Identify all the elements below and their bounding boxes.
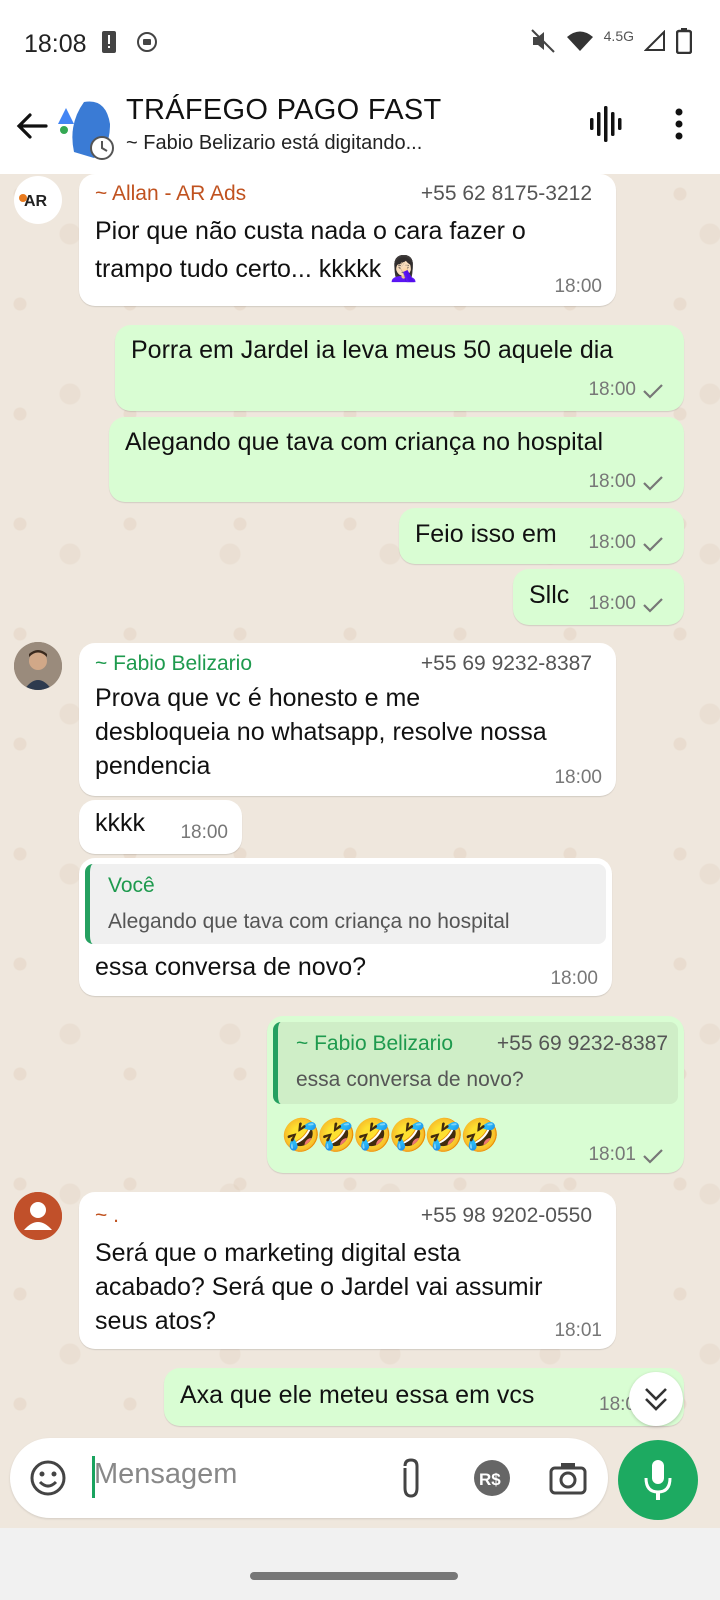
chat-area[interactable]: AR ~ Allan - AR Ads +55 62 8175-3212 Pio…: [0, 174, 720, 1468]
voice-record-button[interactable]: [618, 1440, 698, 1520]
emoji-icon: [30, 1460, 66, 1496]
default-user-icon: [14, 1192, 62, 1240]
typing-status: ~ Fabio Belizario está digitando...: [126, 132, 423, 154]
quoted-message[interactable]: Você Alegando que tava com criança no ho…: [85, 864, 606, 944]
message-bubble[interactable]: ~ Fabio Belizario +55 69 9232-8387 essa …: [267, 1016, 684, 1173]
sent-check-icon: [643, 598, 663, 613]
message-text-line: trampo tudo certo... kkkkk 🤦🏻‍♀️: [95, 255, 420, 283]
home-gesture-handle[interactable]: [250, 1572, 458, 1580]
message-text: Feio isso em: [415, 520, 557, 548]
message-text-line: seus atos?: [95, 1307, 216, 1335]
message-bubble[interactable]: Feio isso em 18:00: [399, 508, 684, 564]
alert-icon: [100, 30, 118, 59]
message-time: 18:01: [588, 1144, 636, 1165]
message-bubble[interactable]: Porra em Jardel ia leva meus 50 aquele d…: [115, 325, 684, 411]
message-text: Alegando que tava com criança no hospita…: [125, 428, 604, 456]
double-chevron-down-icon: [645, 1388, 667, 1411]
battery-icon: [675, 28, 693, 59]
avatar[interactable]: AR: [14, 176, 62, 224]
more-options-button[interactable]: [664, 104, 694, 144]
avatar[interactable]: [14, 642, 62, 690]
group-avatar[interactable]: [54, 94, 116, 160]
message-time: 18:00: [550, 968, 598, 989]
sent-check-icon: [643, 476, 663, 491]
message-text-line: acabado? Será que o Jardel vai assumir: [95, 1273, 543, 1301]
audio-wave-icon: [590, 106, 622, 142]
microphone-icon: [644, 1460, 672, 1500]
message-text: essa conversa de novo?: [95, 953, 367, 981]
message-bubble[interactable]: Você Alegando que tava com criança no ho…: [79, 858, 612, 996]
message-text: Porra em Jardel ia leva meus 50 aquele d…: [131, 336, 614, 364]
message-text-line: Prova que vc é honesto e me: [95, 684, 421, 712]
quote-text: essa conversa de novo?: [296, 1068, 524, 1091]
quote-author: Você: [108, 874, 155, 897]
more-vertical-icon: [675, 108, 683, 140]
message-time: 18:00: [588, 379, 636, 400]
scroll-to-bottom-button[interactable]: [629, 1372, 683, 1426]
quoted-message[interactable]: ~ Fabio Belizario +55 69 9232-8387 essa …: [273, 1022, 678, 1104]
message-input[interactable]: Mensagem: [94, 1458, 237, 1491]
back-button[interactable]: [12, 106, 52, 146]
message-time: 18:00: [554, 767, 602, 788]
record-icon: [136, 31, 158, 58]
signal-icon: [643, 29, 666, 57]
network-label: 4.5G: [603, 27, 634, 44]
message-bubble[interactable]: Sllc 18:00: [513, 569, 684, 625]
message-bubble[interactable]: Alegando que tava com criança no hospita…: [109, 417, 684, 502]
message-time: 18:01: [554, 1320, 602, 1341]
attach-button[interactable]: [396, 1456, 426, 1505]
sent-check-icon: [643, 1149, 663, 1164]
message-text: kkkk: [95, 809, 145, 837]
message-text: Axa que ele meteu essa em vcs: [180, 1381, 535, 1409]
status-time: 18:08: [24, 30, 87, 58]
mute-icon: [530, 28, 556, 59]
message-text: Sllc: [529, 581, 570, 609]
message-time: 18:00: [180, 822, 228, 843]
avatar[interactable]: [14, 1192, 62, 1240]
message-text-line: pendencia: [95, 752, 211, 780]
message-bubble[interactable]: ~ Allan - AR Ads +55 62 8175-3212 Pior q…: [79, 174, 616, 306]
message-time: 18:00: [588, 593, 636, 614]
sender-phone: +55 62 8175-3212: [420, 182, 592, 205]
message-text-line: desbloqueia no whatsapp, resolve nossa: [95, 718, 547, 746]
sender-name[interactable]: ~ .: [95, 1204, 119, 1228]
message-bubble[interactable]: Axa que ele meteu essa em vcs 18:0: [164, 1368, 684, 1426]
sender-name[interactable]: ~ Allan - AR Ads: [95, 182, 246, 206]
status-bar: 18:08 4.5G: [0, 0, 720, 86]
avatar-label: AR: [24, 193, 48, 210]
sent-check-icon: [643, 384, 663, 399]
message-time: 18:00: [554, 276, 602, 297]
message-input-box[interactable]: Mensagem R$: [10, 1438, 608, 1518]
sent-check-icon: [643, 537, 663, 552]
paperclip-icon: [403, 1458, 419, 1498]
message-bubble[interactable]: ~ Fabio Belizario +55 69 9232-8387 Prova…: [79, 643, 616, 796]
message-time: 18:00: [588, 532, 636, 553]
message-time: 18:00: [588, 471, 636, 492]
chat-header: TRÁFEGO PAGO FAST ~ Fabio Belizario está…: [0, 86, 720, 174]
quote-text: Alegando que tava com criança no hospita…: [108, 910, 510, 933]
sender-phone: +55 98 9202-0550: [420, 1204, 592, 1227]
camera-button[interactable]: [548, 1458, 588, 1503]
voice-chat-button[interactable]: [588, 104, 628, 144]
camera-icon: [549, 1463, 587, 1495]
message-bubble[interactable]: kkkk 18:00: [79, 800, 242, 854]
quote-phone: +55 69 9232-8387: [496, 1032, 668, 1055]
group-title[interactable]: TRÁFEGO PAGO FAST: [126, 94, 442, 127]
svg-text:R$: R$: [479, 1470, 501, 1489]
arrow-left-icon: [16, 113, 48, 139]
system-nav-bar: [0, 1528, 720, 1600]
sender-name[interactable]: ~ Fabio Belizario: [95, 652, 252, 676]
emoji-button[interactable]: [28, 1458, 68, 1503]
sender-phone: +55 69 9232-8387: [420, 652, 592, 675]
quote-author: ~ Fabio Belizario: [296, 1032, 453, 1055]
emoji-text: 🤣🤣🤣🤣🤣🤣: [281, 1117, 500, 1153]
payment-button[interactable]: R$: [472, 1458, 512, 1503]
wifi-icon: [566, 29, 594, 58]
brazilian-real-icon: R$: [474, 1460, 510, 1496]
message-text-line: Será que o marketing digital esta: [95, 1239, 461, 1267]
composer: Mensagem R$: [0, 1438, 720, 1528]
message-bubble[interactable]: ~ . +55 98 9202-0550 Será que o marketin…: [79, 1192, 616, 1349]
message-text-line: Pior que não custa nada o cara fazer o: [95, 217, 526, 245]
